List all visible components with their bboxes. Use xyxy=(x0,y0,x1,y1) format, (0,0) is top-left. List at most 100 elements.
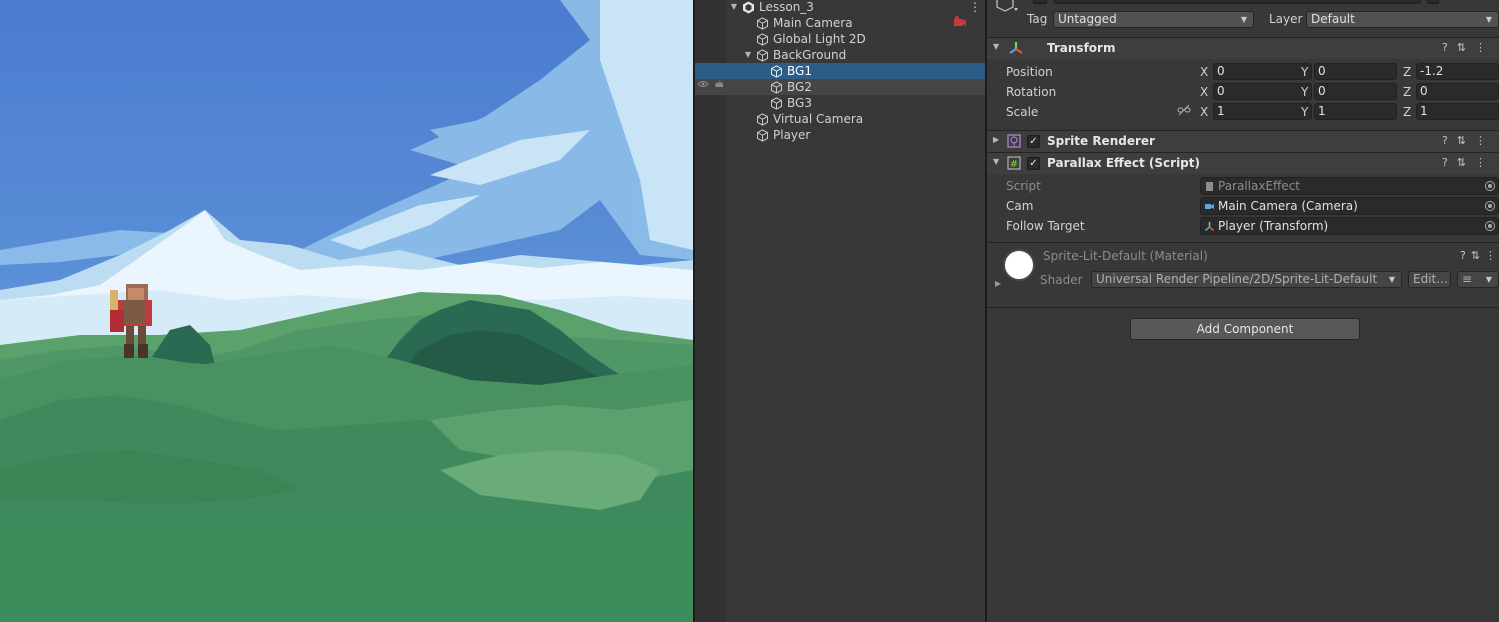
tag-dropdown[interactable]: Untagged ▼ xyxy=(1053,11,1254,28)
hierarchy-item-label: BG2 xyxy=(787,80,812,94)
hierarchy-item-bg1[interactable]: BG1 xyxy=(695,63,985,79)
chevron-right-icon[interactable]: ▶ xyxy=(995,279,1001,288)
material-title: Sprite-Lit-Default (Material) xyxy=(1043,249,1208,263)
hierarchy-scene-row[interactable]: ▼ Lesson_3 ⋮ xyxy=(695,0,985,15)
gameobject-name-field[interactable] xyxy=(1053,0,1421,4)
visibility-eye-icon[interactable] xyxy=(697,79,709,95)
transform-header[interactable]: ▼ Transform ?⇅⋮ xyxy=(987,37,1499,59)
axis-y-label[interactable]: Y xyxy=(1301,105,1308,119)
gameobject-icon xyxy=(995,0,1019,17)
chevron-down-icon[interactable]: ▼ xyxy=(993,157,999,166)
component-header-icons[interactable]: ?⇅⋮ xyxy=(1442,134,1495,147)
script-file-icon xyxy=(1206,182,1213,191)
material-preview-sphere xyxy=(1003,249,1035,281)
sprite-renderer-header[interactable]: ▶ ✓ Sprite Renderer ?⇅⋮ xyxy=(987,130,1499,152)
constrain-proportions-link-icon[interactable] xyxy=(1177,104,1191,119)
hierarchy-item-global-light[interactable]: Global Light 2D xyxy=(695,31,985,47)
hierarchy-item-label: Main Camera xyxy=(773,16,853,30)
follow-target-value: Player (Transform) xyxy=(1218,219,1329,233)
axis-x-label[interactable]: X xyxy=(1200,105,1208,119)
scale-y-field[interactable]: 1 xyxy=(1314,103,1397,120)
object-picker-icon[interactable] xyxy=(1485,221,1495,231)
chevron-down-icon[interactable]: ▼ xyxy=(743,47,753,63)
hierarchy-item-player[interactable]: Player xyxy=(695,127,985,143)
chevron-down-icon[interactable]: ▼ xyxy=(729,0,739,15)
hierarchy-item-label: BG3 xyxy=(787,96,812,110)
script-label: Script xyxy=(1006,179,1041,193)
static-checkbox[interactable] xyxy=(1427,0,1439,4)
sprite-renderer-icon xyxy=(1007,134,1021,151)
follow-target-label: Follow Target xyxy=(1006,219,1085,233)
position-z-field[interactable]: -1.2 xyxy=(1416,63,1499,80)
tag-label: Tag xyxy=(1027,12,1048,26)
position-x-field[interactable]: 0 xyxy=(1213,63,1312,80)
camera-icon xyxy=(1205,204,1214,209)
hierarchy-item-main-camera[interactable]: Main Camera xyxy=(695,15,985,31)
separator xyxy=(987,307,1499,308)
active-checkbox[interactable] xyxy=(1033,0,1047,4)
kebab-menu-icon[interactable]: ⋮ xyxy=(969,0,981,15)
axis-y-label[interactable]: Y xyxy=(1301,85,1308,99)
hierarchy-item-label: Virtual Camera xyxy=(773,112,864,126)
component-header-icons[interactable]: ?⇅⋮ xyxy=(1442,41,1495,54)
parallax-enabled-checkbox[interactable]: ✓ xyxy=(1027,157,1040,170)
chevron-down-icon[interactable]: ▼ xyxy=(993,42,999,51)
scene-canvas[interactable] xyxy=(0,0,693,622)
shader-dropdown[interactable]: Universal Render Pipeline/2D/Sprite-Lit-… xyxy=(1091,271,1402,288)
gameobject-cube-icon xyxy=(756,129,769,142)
rotation-y-field[interactable]: 0 xyxy=(1314,83,1397,100)
scale-x-field[interactable]: 1 xyxy=(1213,103,1312,120)
layer-value: Default xyxy=(1311,12,1355,26)
axis-z-label[interactable]: Z xyxy=(1403,85,1411,99)
sprite-renderer-enabled-checkbox[interactable]: ✓ xyxy=(1027,135,1040,148)
hierarchy-item-virtual-camera[interactable]: Virtual Camera xyxy=(695,111,985,127)
gameobject-cube-icon xyxy=(770,97,783,110)
scale-z-field[interactable]: 1 xyxy=(1416,103,1499,120)
hierarchy-item-label: Global Light 2D xyxy=(773,32,866,46)
add-component-button[interactable]: Add Component xyxy=(1130,318,1360,340)
gameobject-cube-icon xyxy=(756,49,769,62)
transform-axis-icon xyxy=(1205,222,1214,231)
gameobject-cube-icon xyxy=(756,17,769,30)
shader-options-dropdown[interactable]: ≡ ▼ xyxy=(1457,271,1499,288)
dropdown-arrow-icon: ▼ xyxy=(1240,15,1247,24)
gameobject-cube-icon xyxy=(756,113,769,126)
list-icon: ≡ xyxy=(1462,272,1473,286)
chevron-right-icon[interactable]: ▶ xyxy=(993,135,999,144)
pickability-hand-icon[interactable] xyxy=(713,79,725,95)
follow-target-field[interactable]: Player (Transform) xyxy=(1200,217,1499,235)
position-y-field[interactable]: 0 xyxy=(1314,63,1397,80)
tag-value: Untagged xyxy=(1058,12,1117,26)
sprite-renderer-title: Sprite Renderer xyxy=(1047,134,1155,148)
rotation-x-field[interactable]: 0 xyxy=(1213,83,1312,100)
scene-view[interactable] xyxy=(0,0,693,622)
hierarchy-item-bg2[interactable]: BG2 xyxy=(695,79,985,95)
scene-name: Lesson_3 xyxy=(759,0,814,14)
layer-dropdown[interactable]: Default ▼ xyxy=(1306,11,1499,28)
cam-field[interactable]: Main Camera (Camera) xyxy=(1200,197,1499,215)
scale-label: Scale xyxy=(1006,105,1039,119)
axis-y-label[interactable]: Y xyxy=(1301,65,1308,79)
rotation-label: Rotation xyxy=(1006,85,1057,99)
hierarchy-panel: ▼ Lesson_3 ⋮ Main Camera Global Light 2D… xyxy=(695,0,985,622)
axis-x-label[interactable]: X xyxy=(1200,65,1208,79)
cam-value: Main Camera (Camera) xyxy=(1218,199,1358,213)
parallax-effect-header[interactable]: ▼ # ✓ Parallax Effect (Script) ?⇅⋮ xyxy=(987,152,1499,174)
script-hash-icon: # xyxy=(1007,156,1021,173)
hierarchy-item-background[interactable]: ▼ BackGround xyxy=(695,47,985,63)
axis-z-label[interactable]: Z xyxy=(1403,105,1411,119)
object-picker-icon[interactable] xyxy=(1485,201,1495,211)
camera-warning-icon xyxy=(953,16,967,32)
axis-z-label[interactable]: Z xyxy=(1403,65,1411,79)
hierarchy-item-bg3[interactable]: BG3 xyxy=(695,95,985,111)
shader-label: Shader xyxy=(1040,273,1083,287)
axis-x-label[interactable]: X xyxy=(1200,85,1208,99)
gameobject-cube-icon xyxy=(756,33,769,46)
edit-shader-button[interactable]: Edit... xyxy=(1408,271,1451,288)
gameobject-cube-icon xyxy=(770,65,783,78)
cam-label: Cam xyxy=(1006,199,1034,213)
rotation-z-field[interactable]: 0 xyxy=(1416,83,1499,100)
material-header-icons[interactable]: ?⇅⋮ xyxy=(1460,249,1499,262)
inspector-panel: Tag Untagged ▼ Layer Default ▼ ▼ Transfo… xyxy=(987,0,1499,622)
component-header-icons[interactable]: ?⇅⋮ xyxy=(1442,156,1495,169)
